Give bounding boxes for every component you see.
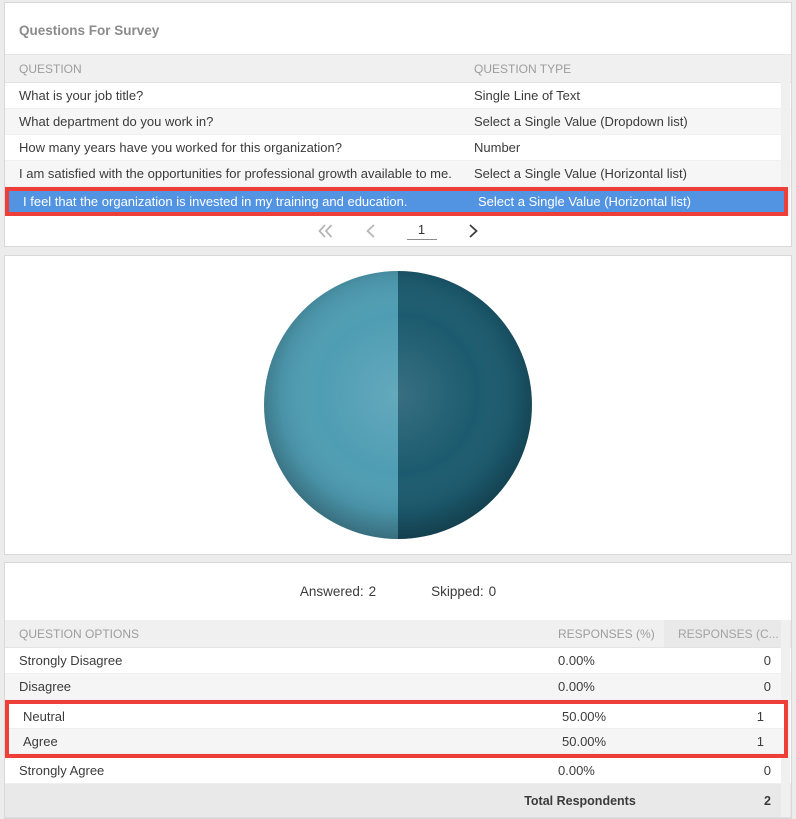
question-text: What department do you work in?	[19, 114, 214, 129]
first-page-icon	[317, 224, 332, 238]
option-pct: 50.00%	[562, 708, 607, 724]
question-type-text: Number	[474, 140, 521, 155]
survey-report-page: Questions For Survey QUESTION QUESTION T…	[0, 0, 796, 819]
pagination: 1	[5, 216, 791, 246]
pie-slice-neutral[interactable]	[264, 271, 398, 539]
option-row[interactable]: Agree 50.00% 1	[9, 729, 784, 754]
previous-page-button[interactable]	[363, 222, 379, 240]
option-label: Neutral	[23, 708, 65, 724]
skipped-count: Skipped: 0	[431, 584, 496, 599]
pie-chart[interactable]	[253, 260, 543, 550]
chart-panel	[4, 255, 792, 555]
next-page-button[interactable]	[465, 222, 481, 240]
total-respondents-count: 2	[764, 793, 771, 808]
option-count: 0	[763, 763, 771, 778]
questions-table-header: QUESTION QUESTION TYPE	[5, 55, 791, 83]
column-header-responses-pct: RESPONSES (%)	[558, 626, 655, 641]
option-pct: 0.00%	[558, 679, 595, 694]
question-row[interactable]: What is your job title? Single Line of T…	[5, 83, 791, 109]
skipped-value: 0	[488, 584, 497, 599]
response-summary: Answered: 2 Skipped: 0	[5, 563, 791, 620]
total-respondents-label: Total Respondents	[524, 793, 636, 808]
annotation-highlight-selected-question: I feel that the organization is invested…	[5, 187, 788, 216]
total-respondents-row: Total Respondents 2	[5, 784, 791, 818]
options-table: QUESTION OPTIONS RESPONSES (%) RESPONSES…	[5, 620, 791, 818]
option-count: 1	[756, 708, 764, 724]
column-header-question: QUESTION	[19, 61, 82, 76]
question-text: How many years have you worked for this …	[19, 140, 342, 155]
question-type-text: Single Line of Text	[474, 88, 580, 103]
column-header-question-type: QUESTION TYPE	[474, 61, 572, 76]
first-page-button[interactable]	[316, 222, 335, 240]
question-row[interactable]: What department do you work in? Select a…	[5, 109, 791, 135]
pie-slice-agree[interactable]	[398, 271, 532, 539]
option-pct: 0.00%	[558, 763, 595, 778]
option-label: Disagree	[19, 679, 72, 694]
annotation-highlight-answer-rows: Neutral 50.00% 1 Agree 50.00% 1	[5, 700, 788, 758]
option-row[interactable]: Strongly Disagree 0.00% 0	[5, 648, 791, 674]
answered-label: Answered:	[299, 584, 364, 599]
question-text: What is your job title?	[19, 88, 144, 103]
results-panel: Answered: 2 Skipped: 0 QUESTION OPTIONS …	[4, 562, 792, 819]
option-label: Strongly Agree	[19, 763, 105, 778]
column-header-responses-count: RESPONSES (C...	[664, 620, 791, 647]
questions-table: QUESTION QUESTION TYPE What is your job …	[5, 55, 791, 216]
question-row[interactable]: How many years have you worked for this …	[5, 135, 791, 161]
option-row[interactable]: Strongly Agree 0.00% 0	[5, 758, 791, 784]
panel-title: Questions For Survey	[5, 3, 791, 55]
option-row[interactable]: Neutral 50.00% 1	[9, 704, 784, 729]
option-count: 1	[756, 733, 764, 749]
question-text: I feel that the organization is invested…	[23, 194, 408, 209]
current-page[interactable]: 1	[406, 222, 437, 240]
next-page-icon	[468, 224, 478, 238]
question-row-selected[interactable]: I feel that the organization is invested…	[9, 191, 784, 212]
question-text: I am satisfied with the opportunities fo…	[19, 166, 452, 181]
option-pct: 50.00%	[562, 733, 607, 749]
skipped-label: Skipped:	[431, 584, 484, 599]
option-count: 0	[763, 653, 771, 668]
question-type-text: Select a Single Value (Horizontal list)	[478, 194, 691, 209]
column-header-question-options: QUESTION OPTIONS	[19, 626, 140, 641]
answered-value: 2	[368, 584, 377, 599]
question-type-text: Select a Single Value (Horizontal list)	[474, 166, 687, 181]
option-label: Agree	[23, 733, 58, 749]
answered-count: Answered: 2	[300, 584, 376, 599]
question-type-text: Select a Single Value (Dropdown list)	[474, 114, 688, 129]
question-row[interactable]: I am satisfied with the opportunities fo…	[5, 161, 791, 187]
questions-panel: Questions For Survey QUESTION QUESTION T…	[4, 2, 792, 247]
option-count: 0	[763, 679, 771, 694]
option-row[interactable]: Disagree 0.00% 0	[5, 674, 791, 700]
options-table-header: QUESTION OPTIONS RESPONSES (%) RESPONSES…	[5, 620, 791, 648]
option-label: Strongly Disagree	[19, 653, 123, 668]
option-pct: 0.00%	[558, 653, 595, 668]
previous-page-icon	[365, 224, 375, 238]
